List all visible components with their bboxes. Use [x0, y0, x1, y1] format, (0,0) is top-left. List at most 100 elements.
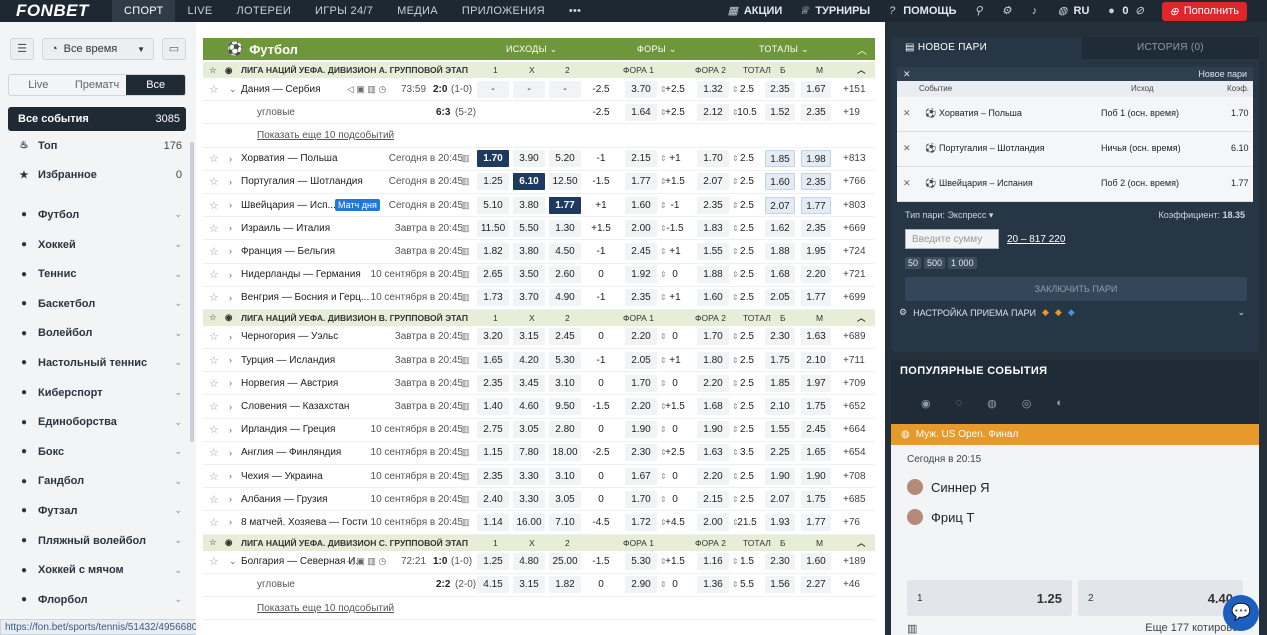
odd-button[interactable]: 2.12	[697, 103, 729, 121]
more-markets-button[interactable]: +654	[843, 447, 866, 458]
stats-icon[interactable]: ▥	[461, 517, 470, 528]
chevron-right-icon[interactable]: ›	[229, 448, 232, 458]
favorite-star-icon[interactable]: ☆	[209, 245, 219, 258]
sidebar-item-sport[interactable]: ● Волейбол ⌄	[0, 319, 196, 349]
odd-button[interactable]: 2.35	[697, 196, 729, 214]
odd-button[interactable]: 2.35	[477, 374, 509, 392]
odd-button[interactable]: 1.75	[801, 490, 831, 508]
odd-button[interactable]: 1.98	[801, 150, 831, 168]
favorite-star-icon[interactable]: ☆	[209, 330, 219, 343]
chevron-right-icon[interactable]: ›	[229, 378, 232, 388]
odd-button[interactable]: 9.50	[549, 398, 581, 416]
odd-button[interactable]: 4.60	[513, 398, 545, 416]
odd-button[interactable]: 1.88	[765, 242, 795, 260]
collapse-icon[interactable]: ︿	[857, 537, 866, 549]
odd-button[interactable]: 1.93	[765, 513, 795, 531]
odd-button[interactable]: 1.60	[697, 289, 729, 307]
menu-all-events[interactable]: Все события 3085	[8, 107, 186, 131]
odd-button[interactable]: 1.70	[697, 328, 729, 346]
segment-live[interactable]: Live	[9, 75, 68, 95]
odd-button[interactable]: 1.60	[625, 196, 657, 214]
league-header[interactable]: ☆ ◉ ЛИГА НАЦИЙ УЕФА. ДИВИЗИОН С. ГРУППОВОЙ…	[203, 534, 875, 551]
more-markets-button[interactable]: +652	[843, 401, 866, 412]
star-icon[interactable]: ☆	[209, 537, 217, 548]
event-name[interactable]: Турция — Исландия	[241, 355, 371, 366]
chevron-right-icon[interactable]: ›	[229, 177, 232, 187]
odd-button[interactable]: 3.70	[625, 80, 657, 98]
odd-button[interactable]: 1.25	[477, 553, 509, 571]
collapse-icon[interactable]: ︿	[857, 42, 867, 57]
odd-button[interactable]: 4.15	[477, 576, 509, 594]
league-header[interactable]: ☆ ◉ ЛИГА НАЦИЙ УЕФА. ДИВИЗИОН B. ГРУППОВОЙ…	[203, 309, 875, 326]
odd-button[interactable]: 1.60	[801, 553, 831, 571]
odd-button[interactable]: 5.20	[549, 150, 581, 168]
odd-button[interactable]: 1.68	[697, 398, 729, 416]
nav-item[interactable]: СПОРТ	[112, 0, 176, 22]
odd-button[interactable]: 5.10	[477, 196, 509, 214]
odd-button[interactable]: 2.00	[625, 219, 657, 237]
sidebar-item-sport[interactable]: ● Футзал ⌄	[0, 496, 196, 526]
odd-button[interactable]: 1.90	[801, 467, 831, 485]
view-toggle-button[interactable]: ▭	[162, 38, 186, 60]
odd-button[interactable]: 1.63	[801, 328, 831, 346]
odd-button[interactable]: 2.05	[625, 351, 657, 369]
chevron-right-icon[interactable]: ›	[229, 200, 232, 210]
stream-icons[interactable]: ◁ ▣ ▥ ◷	[347, 84, 386, 95]
more-markets-button[interactable]: +189	[843, 556, 866, 567]
event-name[interactable]: Израиль — Италия	[241, 223, 371, 234]
collapse-icon[interactable]: ︿	[857, 312, 866, 324]
odd-button[interactable]: 1.77	[549, 196, 581, 214]
event-name[interactable]: Черногория — Уэльс	[241, 331, 371, 342]
odd-button[interactable]: 1.52	[765, 103, 795, 121]
odd-button[interactable]: 2.15	[697, 490, 729, 508]
favorite-star-icon[interactable]: ☆	[209, 175, 219, 188]
sidebar-item-sport[interactable]: ● Хоккей с мячом ⌄	[0, 555, 196, 585]
help-link[interactable]: ? ПОМОЩЬ	[886, 5, 956, 17]
odd-button[interactable]: 7.80	[513, 444, 545, 462]
odd-button[interactable]: 1.85	[765, 374, 795, 392]
more-markets-button[interactable]: +724	[843, 246, 866, 257]
stats-icon[interactable]: ▥	[461, 153, 470, 164]
odd-button[interactable]: 1.14	[477, 513, 509, 531]
odd-button[interactable]: 3.80	[513, 242, 545, 260]
odd-button[interactable]: 1.72	[625, 513, 657, 531]
odd-button[interactable]: 1.67	[801, 80, 831, 98]
odd-button[interactable]: 2.15	[625, 150, 657, 168]
nav-item[interactable]: •••	[557, 0, 593, 22]
show-more-link[interactable]: Показать еще 10 подсобытий	[257, 603, 394, 614]
favorite-star-icon[interactable]: ☆	[209, 291, 219, 304]
sport-icon-soccer[interactable]: ◉	[921, 397, 931, 410]
odd-button-1[interactable]: 1 1.25	[907, 580, 1072, 616]
event-name[interactable]: Франция — Бельгия	[241, 246, 371, 257]
more-markets-button[interactable]: +685	[843, 494, 866, 505]
stats-icon[interactable]: ▥	[461, 269, 470, 280]
odd-button[interactable]: 2.35	[765, 80, 795, 98]
chevron-right-icon[interactable]: ›	[229, 471, 232, 481]
odd-button[interactable]: 1.40	[477, 398, 509, 416]
odd-button[interactable]: 1.36	[697, 576, 729, 594]
odd-button[interactable]: 1.32	[697, 80, 729, 98]
stats-icon[interactable]: ▥	[461, 292, 470, 303]
sidebar-item-sport[interactable]: ● Единоборства ⌄	[0, 407, 196, 437]
stake-chip[interactable]: 1 000	[948, 257, 977, 269]
stake-chip[interactable]: 500	[924, 257, 946, 269]
sidebar-item-sport[interactable]: ● Хоккей ⌄	[0, 230, 196, 260]
odd-button[interactable]: 2.35	[801, 219, 831, 237]
sidebar-item-sport[interactable]: ● Бокс ⌄	[0, 437, 196, 467]
odd-button[interactable]: 1.77	[801, 513, 831, 531]
odd-button[interactable]: 1.64	[625, 103, 657, 121]
stake-chip[interactable]: 50	[905, 257, 922, 269]
favorite-star-icon[interactable]: ☆	[209, 199, 219, 212]
deposit-button[interactable]: ⊕ Пополнить	[1161, 1, 1247, 21]
segment-prematch[interactable]: Прематч	[68, 75, 127, 95]
favorite-star-icon[interactable]: ☆	[209, 152, 219, 165]
tab-new-bet[interactable]: ▤ НОВОЕ ПАРИ	[891, 37, 1082, 59]
favorite-star-icon[interactable]: ☆	[209, 400, 219, 413]
stats-icon[interactable]: ▥	[461, 355, 470, 366]
chevron-right-icon[interactable]: ›	[229, 154, 232, 164]
odd-button[interactable]: 1.16	[697, 553, 729, 571]
more-markets-button[interactable]: +19	[843, 107, 860, 118]
odd-button[interactable]: 2.20	[625, 328, 657, 346]
odd-button[interactable]: 2.35	[801, 103, 831, 121]
odd-button[interactable]: 1.77	[625, 173, 657, 191]
